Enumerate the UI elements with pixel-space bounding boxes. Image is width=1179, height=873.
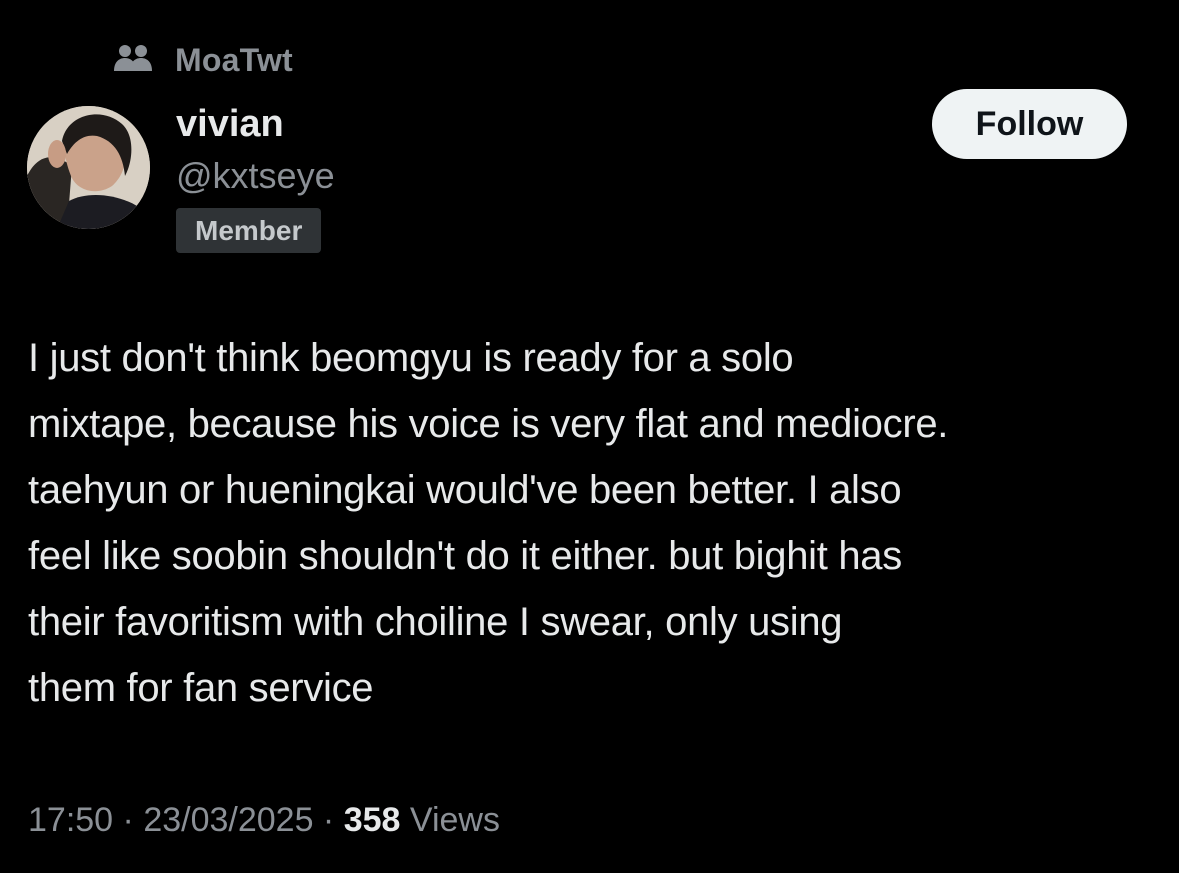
tweet-meta: 17:50 · 23/03/2025 · 358 Views [28,797,500,843]
meta-separator: · [313,801,344,839]
avatar[interactable] [27,106,150,229]
follow-button[interactable]: Follow [932,89,1127,159]
tweet-text: I just don't think beomgyu is ready for … [28,336,949,710]
tweet-time[interactable]: 17:50 [28,801,113,839]
member-badge: Member [176,208,322,253]
views-count: 358 [343,801,401,839]
community-name[interactable]: MoaTwt [175,42,293,79]
views-label: Views [409,801,500,839]
tweet-date[interactable]: 23/03/2025 [143,801,313,839]
community-people-icon [113,40,161,80]
author-display-name[interactable]: vivian [176,100,284,148]
community-header[interactable]: MoaTwt [113,38,293,82]
meta-separator: · [113,801,144,839]
author-handle[interactable]: @kxtseye [176,153,335,199]
